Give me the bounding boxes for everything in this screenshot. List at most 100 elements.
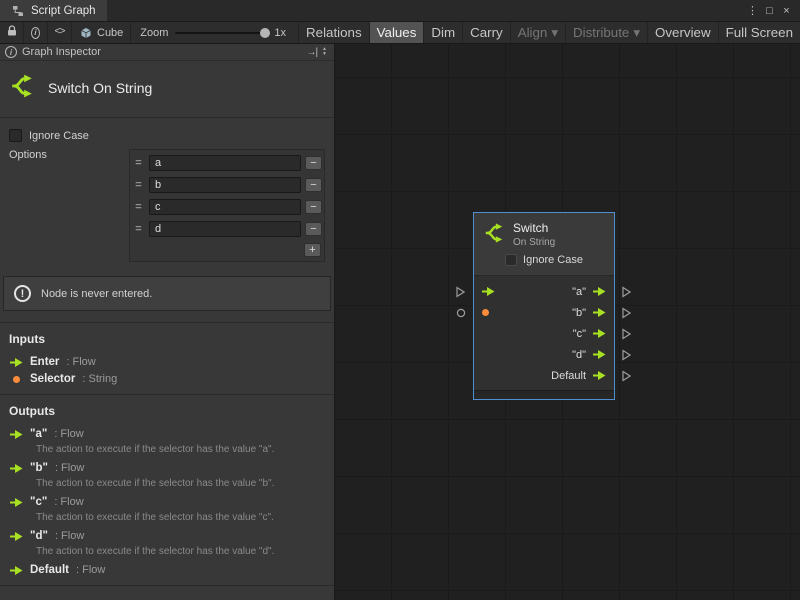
ignore-case-checkbox[interactable] [9, 129, 22, 142]
dock-icon[interactable]: →| [306, 47, 317, 58]
remove-option-button[interactable]: − [305, 200, 322, 214]
port-row-a: "a" [474, 281, 614, 302]
switch-node-icon [9, 73, 35, 102]
flow-arrow-icon[interactable] [593, 287, 606, 296]
flow-arrow-icon [9, 532, 23, 541]
flow-arrow-icon[interactable] [593, 329, 606, 338]
port-row-b: "b" [474, 302, 614, 323]
output-port-connector[interactable] [622, 328, 631, 339]
output-type: : Flow [55, 530, 84, 542]
graph-object-button[interactable]: Cube [72, 22, 131, 43]
flow-arrow-icon [9, 566, 23, 575]
node-properties: Ignore Case Options = − = − = − [0, 118, 334, 266]
carry-button[interactable]: Carry [462, 22, 510, 43]
drag-handle-icon[interactable]: = [132, 201, 145, 213]
drag-handle-icon[interactable]: = [132, 157, 145, 169]
outputs-header: Outputs [9, 404, 325, 418]
value-dot-icon [9, 376, 23, 383]
info-icon: i [31, 27, 40, 39]
remove-option-button[interactable]: − [305, 156, 322, 170]
relations-button[interactable]: Relations [298, 22, 369, 43]
graph-toolbar: i <> Cube Zoom 1x Relations Values Dim C… [0, 22, 800, 44]
distribute-dropdown[interactable]: Distribute ▾ [565, 22, 647, 43]
option-field[interactable] [149, 177, 301, 193]
overview-button[interactable]: Overview [647, 22, 718, 43]
output-row: "b" : Flow [9, 462, 325, 474]
warning-box: ! Node is never entered. [3, 276, 331, 311]
enter-port-connector[interactable] [456, 286, 465, 297]
node-subtitle: On String [513, 237, 555, 248]
add-option-button[interactable]: + [304, 243, 321, 257]
output-port-connector[interactable] [622, 349, 631, 360]
output-port-connector[interactable] [622, 286, 631, 297]
zoom-slider[interactable] [175, 32, 267, 34]
flow-arrow-icon[interactable] [593, 371, 606, 380]
node-ignore-case-checkbox[interactable] [505, 254, 517, 266]
output-type: : Flow [54, 496, 83, 508]
output-row: "d" : Flow [9, 530, 325, 542]
flow-arrow-icon[interactable] [593, 308, 606, 317]
output-name: "a" [30, 428, 47, 440]
drag-handle-icon[interactable]: = [132, 223, 145, 235]
output-type: : Flow [54, 428, 83, 440]
input-row-selector: Selector : String [9, 373, 325, 385]
inspector-header: i Graph Inspector →| ▲ ▼ [0, 44, 334, 61]
values-button[interactable]: Values [369, 22, 424, 43]
drag-handle-icon[interactable]: = [132, 179, 145, 191]
spin-down-icon[interactable]: ▼ [322, 52, 327, 57]
node-header: Switch On String [474, 213, 614, 251]
input-row-enter: Enter : Flow [9, 356, 325, 368]
edit-script-button[interactable]: <> [48, 22, 72, 43]
node-title: Switch [513, 221, 555, 235]
window-menu-icon[interactable]: ⋮ [744, 0, 761, 22]
port-label: Default [551, 370, 586, 382]
remove-option-button[interactable]: − [305, 222, 322, 236]
flow-arrow-icon[interactable] [593, 350, 606, 359]
port-label: "c" [573, 328, 586, 340]
scroll-spinner[interactable]: ▲ ▼ [322, 47, 329, 57]
output-port-connector[interactable] [622, 307, 631, 318]
option-field[interactable] [149, 199, 301, 215]
zoom-value: 1x [274, 27, 286, 39]
option-field[interactable] [149, 155, 301, 171]
flow-arrow-icon [9, 358, 23, 367]
window-tab-bar: Script Graph ⋮ □ × [0, 0, 800, 22]
inspector-toggle-button[interactable]: i [24, 22, 48, 43]
close-icon[interactable]: × [778, 0, 795, 22]
lock-button[interactable] [0, 22, 24, 43]
flow-arrow-icon [9, 464, 23, 473]
node-footer [474, 390, 614, 399]
inputs-header: Inputs [9, 332, 325, 346]
remove-option-button[interactable]: − [305, 178, 322, 192]
output-name: Default [30, 564, 69, 576]
tab-script-graph[interactable]: Script Graph [0, 0, 107, 21]
maximize-icon[interactable]: □ [761, 0, 778, 22]
output-name: "d" [30, 530, 48, 542]
dim-button[interactable]: Dim [423, 22, 462, 43]
node-ignore-case-label: Ignore Case [523, 254, 583, 266]
input-name: Selector [30, 373, 75, 385]
option-row: = − [132, 174, 322, 196]
node-title-block: Switch On String [0, 61, 334, 118]
switch-on-string-node[interactable]: Switch On String Ignore Case "a" [473, 212, 615, 400]
toolbar-right-group: Relations Values Dim Carry Align ▾ Distr… [298, 22, 800, 43]
output-port-connector[interactable] [622, 370, 631, 381]
output-name: "b" [30, 462, 48, 474]
selector-port-connector[interactable] [456, 308, 466, 318]
enter-flow-icon[interactable] [482, 287, 495, 296]
port-row-c: "c" [474, 323, 614, 344]
output-description: The action to execute if the selector ha… [36, 546, 325, 558]
align-dropdown[interactable]: Align ▾ [510, 22, 565, 43]
zoom-slider-knob[interactable] [260, 28, 270, 38]
graph-canvas[interactable]: Switch On String Ignore Case "a" [336, 44, 800, 600]
output-description: The action to execute if the selector ha… [36, 512, 325, 524]
selector-value-icon[interactable] [482, 309, 489, 316]
switch-node-icon [483, 222, 505, 247]
options-list: = − = − = − = − [129, 149, 325, 262]
output-row: Default : Flow [9, 564, 325, 576]
code-icon: <> [55, 27, 65, 38]
zoom-label: Zoom [140, 27, 168, 39]
option-field[interactable] [149, 221, 301, 237]
fullscreen-button[interactable]: Full Screen [718, 22, 800, 43]
align-label: Align [518, 25, 548, 40]
